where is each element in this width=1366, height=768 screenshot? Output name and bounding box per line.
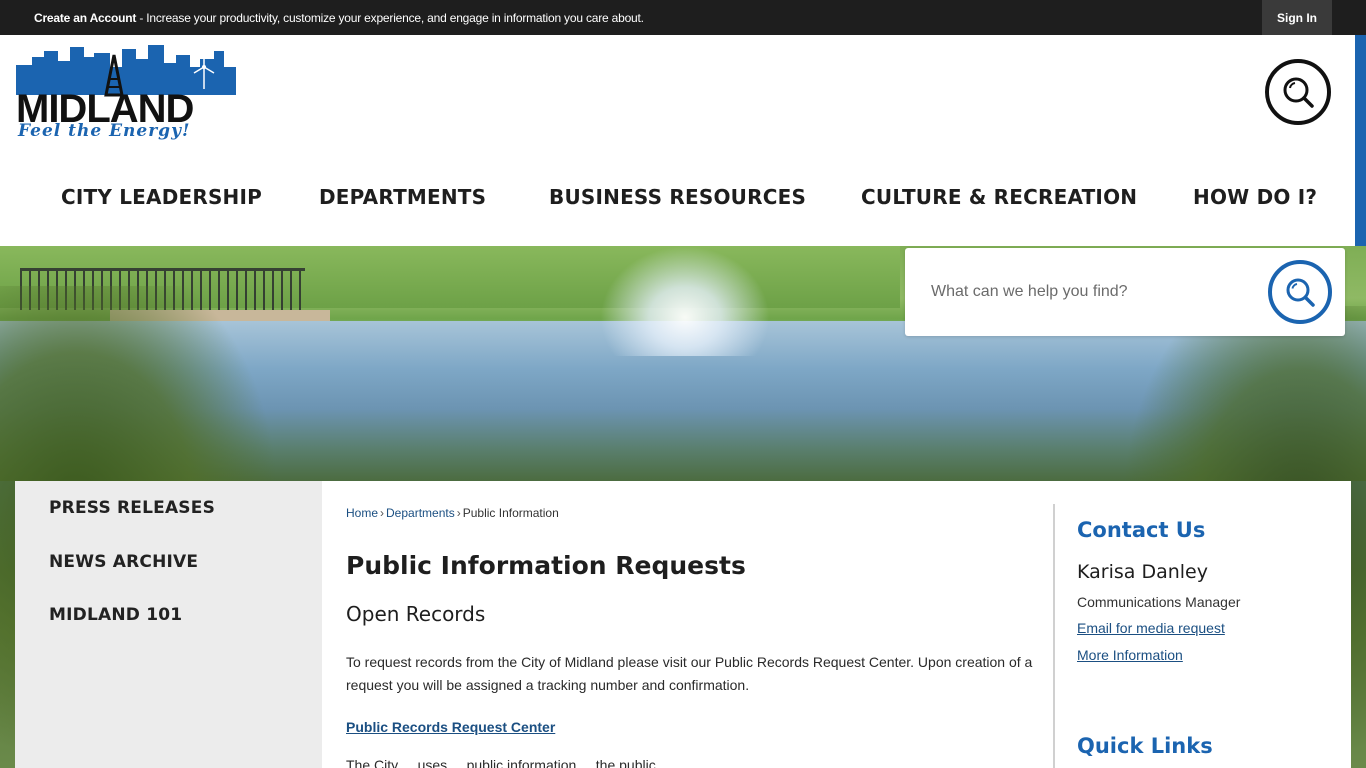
site-search-input[interactable]: [919, 274, 1249, 310]
breadcrumb-home[interactable]: Home: [346, 506, 378, 520]
section-heading: Open Records: [346, 602, 486, 626]
cut-off-paragraph: The City ... uses ... public information…: [346, 757, 672, 768]
nav-culture-recreation[interactable]: CULTURE & RECREATION: [861, 185, 1137, 209]
contact-role: Communications Manager: [1077, 594, 1241, 610]
email-media-request-link[interactable]: Email for media request: [1077, 620, 1225, 636]
create-account-message: Create an Account - Increase your produc…: [34, 11, 644, 25]
nav-departments[interactable]: DEPARTMENTS: [319, 185, 486, 209]
site-search-button[interactable]: [1268, 260, 1332, 324]
breadcrumb-current: Public Information: [462, 506, 559, 520]
header-accent-strip: [1355, 35, 1366, 246]
contact-us-heading: Contact Us: [1077, 518, 1206, 542]
contact-name: Karisa Danley: [1077, 561, 1208, 583]
midland-logo[interactable]: MIDLAND Feel the Energy!: [14, 43, 242, 147]
sidebar-item-news-archive[interactable]: NEWS ARCHIVE: [49, 552, 198, 572]
breadcrumb-separator: ›: [380, 506, 385, 520]
breadcrumb: Home › Departments › Public Information: [346, 506, 559, 520]
sign-in-button[interactable]: Sign In: [1262, 0, 1332, 35]
sidebar-item-press-releases[interactable]: PRESS RELEASES: [49, 498, 215, 518]
intro-paragraph: To request records from the City of Midl…: [346, 654, 1033, 693]
create-account-link[interactable]: Create an Account: [34, 11, 136, 25]
breadcrumb-departments[interactable]: Departments: [386, 506, 455, 520]
sidebar-navigation: PRESS RELEASES NEWS ARCHIVE MIDLAND 101: [15, 481, 322, 768]
more-information-link[interactable]: More Information: [1077, 647, 1183, 663]
quick-links-heading: Quick Links: [1077, 734, 1213, 758]
top-bar: Create an Account - Increase your produc…: [0, 0, 1366, 35]
public-records-request-link[interactable]: Public Records Request Center: [346, 719, 555, 735]
hero-fountain: [600, 246, 770, 356]
sidebar-item-midland-101[interactable]: MIDLAND 101: [49, 605, 182, 625]
main-navigation: CITY LEADERSHIP DEPARTMENTS BUSINESS RES…: [0, 185, 1355, 215]
breadcrumb-separator: ›: [456, 506, 461, 520]
search-icon: [1286, 278, 1315, 307]
site-header: MIDLAND Feel the Energy! CITY LEADERSHIP…: [0, 35, 1355, 246]
nav-business-resources[interactable]: BUSINESS RESOURCES: [549, 185, 806, 209]
search-icon: [1283, 77, 1314, 108]
page-title: Public Information Requests: [346, 551, 746, 580]
create-account-description: - Increase your productivity, customize …: [136, 11, 644, 25]
column-divider: [1053, 504, 1055, 768]
nav-how-do-i[interactable]: HOW DO I?: [1193, 185, 1317, 209]
logo-tagline: Feel the Energy!: [18, 121, 191, 141]
header-search-button[interactable]: [1265, 59, 1331, 125]
main-content: Home › Departments › Public Information Publ…: [322, 481, 1351, 768]
nav-city-leadership[interactable]: CITY LEADERSHIP: [61, 185, 262, 209]
hero-search-box: [905, 248, 1345, 336]
